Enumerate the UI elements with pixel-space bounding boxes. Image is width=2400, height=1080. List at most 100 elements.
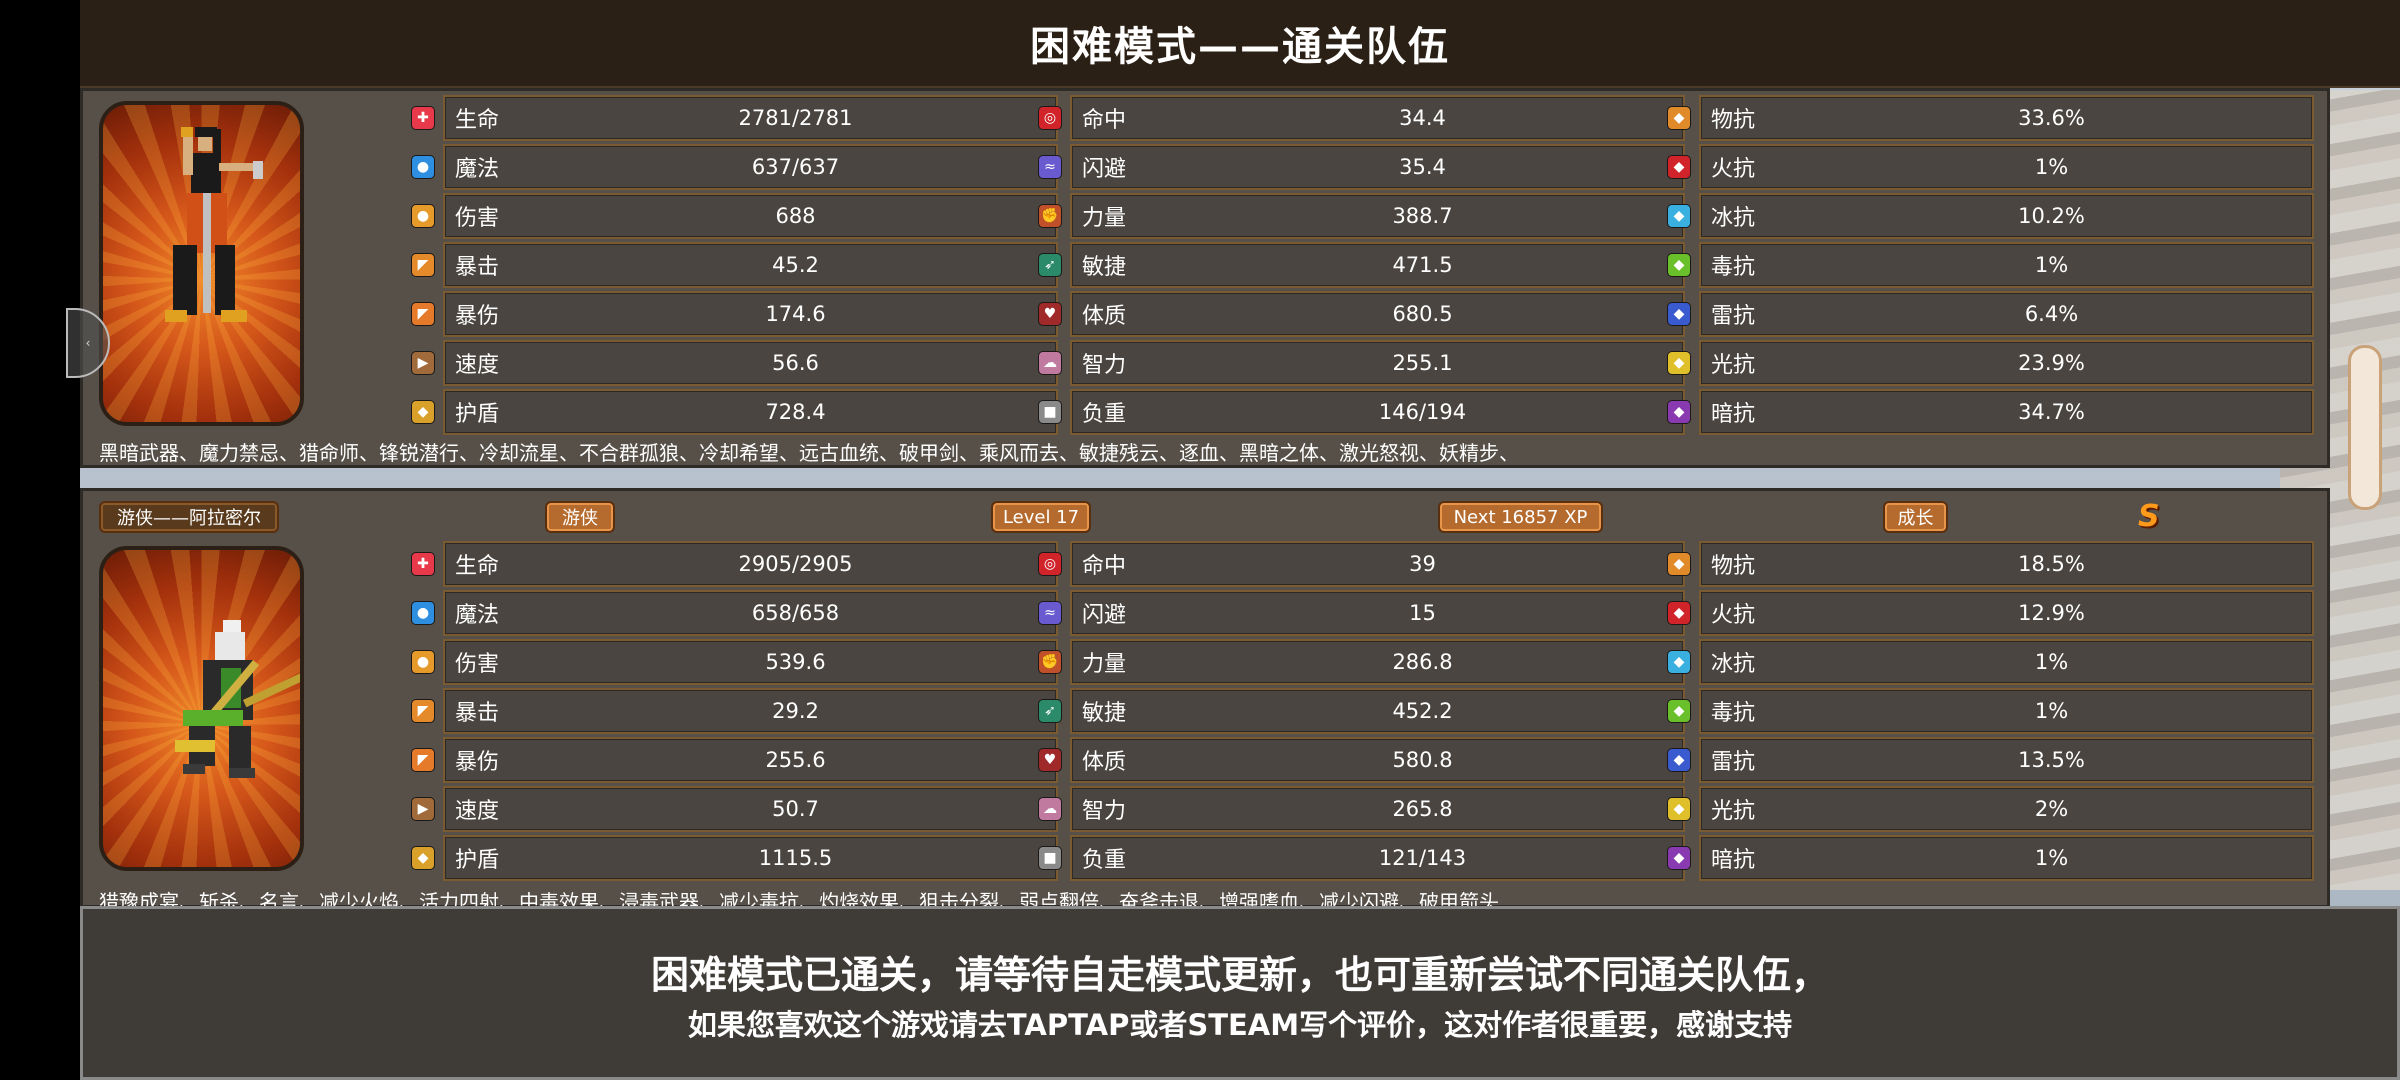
stat-column-attributes: ◎ 命中 39 ≈ 闪避 15 ✊ 力量 286.8 ➶ 敏捷 452.2 ♥ 体质 580.8 ☁… [1038,541,1685,884]
stat-box: 毒抗 1% [1699,242,2314,288]
stat-column-primary: ✚ 生命 2905/2905 ● 魔法 658/658 ● 伤害 539.6 ◤ 暴击 29.2… [411,541,1058,884]
crit-icon: ◤ [411,253,435,277]
stat-box: 火抗 1% [1699,144,2314,190]
stat-row-crit-damage: ◤ 暴伤 174.6 [411,291,1058,337]
ranger-sprite-icon [175,620,300,778]
physical-resist-icon: ◆ [1667,106,1691,130]
stat-row-hp: ✚ 生命 2905/2905 [411,541,1058,587]
stat-row-mp: ● 魔法 658/658 [411,590,1058,636]
stat-row-dodge: ≈ 闪避 15 [1038,590,1685,636]
stat-row-constitution: ♥ 体质 580.8 [1038,737,1685,783]
weight-icon: ■ [1038,400,1062,424]
stat-box: 速度 50.7 [443,786,1058,832]
stat-box: 闪避 15 [1070,590,1685,636]
stat-column-resistances: ◆ 物抗 18.5% ◆ 火抗 12.9% ◆ 冰抗 1% ◆ 毒抗 1% ◆ 雷抗 13.5% ◆… [1667,541,2314,884]
intelligence-icon: ☁ [1038,351,1062,375]
stat-row-poison-resist: ◆ 毒抗 1% [1667,242,2314,288]
light-resist-icon: ◆ [1667,797,1691,821]
constitution-icon: ♥ [1038,302,1062,326]
stat-box: 智力 255.1 [1070,340,1685,386]
stat-box: 物抗 18.5% [1699,541,2314,587]
stat-box: 暴击 45.2 [443,242,1058,288]
stat-row-dark-resist: ◆ 暗抗 34.7% [1667,389,2314,435]
hero-portrait [99,546,304,871]
light-resist-icon: ◆ [1667,351,1691,375]
stat-column-attributes: ◎ 命中 34.4 ≈ 闪避 35.4 ✊ 力量 388.7 ➶ 敏捷 471.5 ♥ 体质 680… [1038,95,1685,438]
stat-box: 光抗 23.9% [1699,340,2314,386]
damage-icon: ● [411,204,435,228]
stat-box: 护盾 728.4 [443,389,1058,435]
stat-row-physical-resist: ◆ 物抗 18.5% [1667,541,2314,587]
stat-row-shield: ◆ 护盾 1115.5 [411,835,1058,881]
dark-resist-icon: ◆ [1667,400,1691,424]
crit-icon: ◤ [411,699,435,723]
stat-row-fire-resist: ◆ 火抗 1% [1667,144,2314,190]
stat-row-crit-damage: ◤ 暴伤 255.6 [411,737,1058,783]
stat-box: 生命 2781/2781 [443,95,1058,141]
lightning-resist-icon: ◆ [1667,302,1691,326]
poison-resist-icon: ◆ [1667,699,1691,723]
stat-row-light-resist: ◆ 光抗 23.9% [1667,340,2314,386]
strength-icon: ✊ [1038,650,1062,674]
skill-list: 猎豫成宴、斩杀、名言、减少火焰、活力四射、中毒效果、浸毒武器、减少毒抗、灼烧效果… [99,890,1499,906]
stat-row-ice-resist: ◆ 冰抗 1% [1667,639,2314,685]
title-bar: 困难模式——通关队伍 [80,0,2400,88]
hero-portrait [99,101,304,426]
stat-box: 魔法 637/637 [443,144,1058,190]
stat-box: 负重 121/143 [1070,835,1685,881]
stat-row-intelligence: ☁ 智力 265.8 [1038,786,1685,832]
stat-row-lightning-resist: ◆ 雷抗 6.4% [1667,291,2314,337]
stat-box: 暗抗 1% [1699,835,2314,881]
lightning-resist-icon: ◆ [1667,748,1691,772]
page-title: 困难模式——通关队伍 [1030,24,1450,70]
damage-icon: ● [411,650,435,674]
stat-box: 生命 2905/2905 [443,541,1058,587]
scrollbar-thumb[interactable] [2348,345,2382,510]
class-badge[interactable]: 游侠 [545,501,615,533]
stat-box: 伤害 539.6 [443,639,1058,685]
completion-message: 困难模式已通关，请等待自走模式更新，也可重新尝试不同通关队伍， [650,953,1829,997]
stat-row-dodge: ≈ 闪避 35.4 [1038,144,1685,190]
stat-row-speed: ▶ 速度 56.6 [411,340,1058,386]
weight-icon: ■ [1038,846,1062,870]
stat-row-damage: ● 伤害 539.6 [411,639,1058,685]
speed-icon: ▶ [411,351,435,375]
hp-icon: ✚ [411,552,435,576]
stat-row-strength: ✊ 力量 286.8 [1038,639,1685,685]
ice-resist-icon: ◆ [1667,650,1691,674]
review-request-message: 如果您喜欢这个游戏请去TAPTAP或者STEAM写个评价，这对作者很重要，感谢支… [687,1008,1793,1042]
stat-row-hp: ✚ 生命 2781/2781 [411,95,1058,141]
constitution-icon: ♥ [1038,748,1062,772]
stat-box: 体质 680.5 [1070,291,1685,337]
stat-column-resistances: ◆ 物抗 33.6% ◆ 火抗 1% ◆ 冰抗 10.2% ◆ 毒抗 1% ◆ 雷抗 6.4% ◆ 光… [1667,95,2314,438]
stat-box: 光抗 2% [1699,786,2314,832]
stat-row-intelligence: ☁ 智力 255.1 [1038,340,1685,386]
stat-box: 敏捷 452.2 [1070,688,1685,734]
stat-box: 物抗 33.6% [1699,95,2314,141]
stat-row-crit: ◤ 暴击 45.2 [411,242,1058,288]
stat-row-accuracy: ◎ 命中 34.4 [1038,95,1685,141]
stat-box: 暴伤 255.6 [443,737,1058,783]
skill-list: 黑暗武器、魔力禁忌、猎命师、锋锐潜行、冷却流星、不合群孤狼、冷却希望、远古血统、… [99,441,1519,465]
dark-resist-icon: ◆ [1667,846,1691,870]
mp-icon: ● [411,155,435,179]
stat-box: 速度 56.6 [443,340,1058,386]
stat-box: 魔法 658/658 [443,590,1058,636]
fire-resist-icon: ◆ [1667,155,1691,179]
stat-box: 雷抗 13.5% [1699,737,2314,783]
stat-box: 伤害 688 [443,193,1058,239]
stat-row-constitution: ♥ 体质 680.5 [1038,291,1685,337]
hp-icon: ✚ [411,106,435,130]
crit-damage-icon: ◤ [411,302,435,326]
dodge-icon: ≈ [1038,155,1062,179]
fire-resist-icon: ◆ [1667,601,1691,625]
accuracy-icon: ◎ [1038,552,1062,576]
poison-resist-icon: ◆ [1667,253,1691,277]
growth-button[interactable]: 成长 [1883,501,1948,533]
hero-name-badge[interactable]: 游侠——阿拉密尔 [99,501,279,533]
hero-panel: 游侠——阿拉密尔 游侠 Level 17 Next 16857 XP 成长 S … [80,488,2330,908]
stat-row-strength: ✊ 力量 388.7 [1038,193,1685,239]
stat-box: 暗抗 34.7% [1699,389,2314,435]
stat-row-light-resist: ◆ 光抗 2% [1667,786,2314,832]
stat-box: 体质 580.8 [1070,737,1685,783]
